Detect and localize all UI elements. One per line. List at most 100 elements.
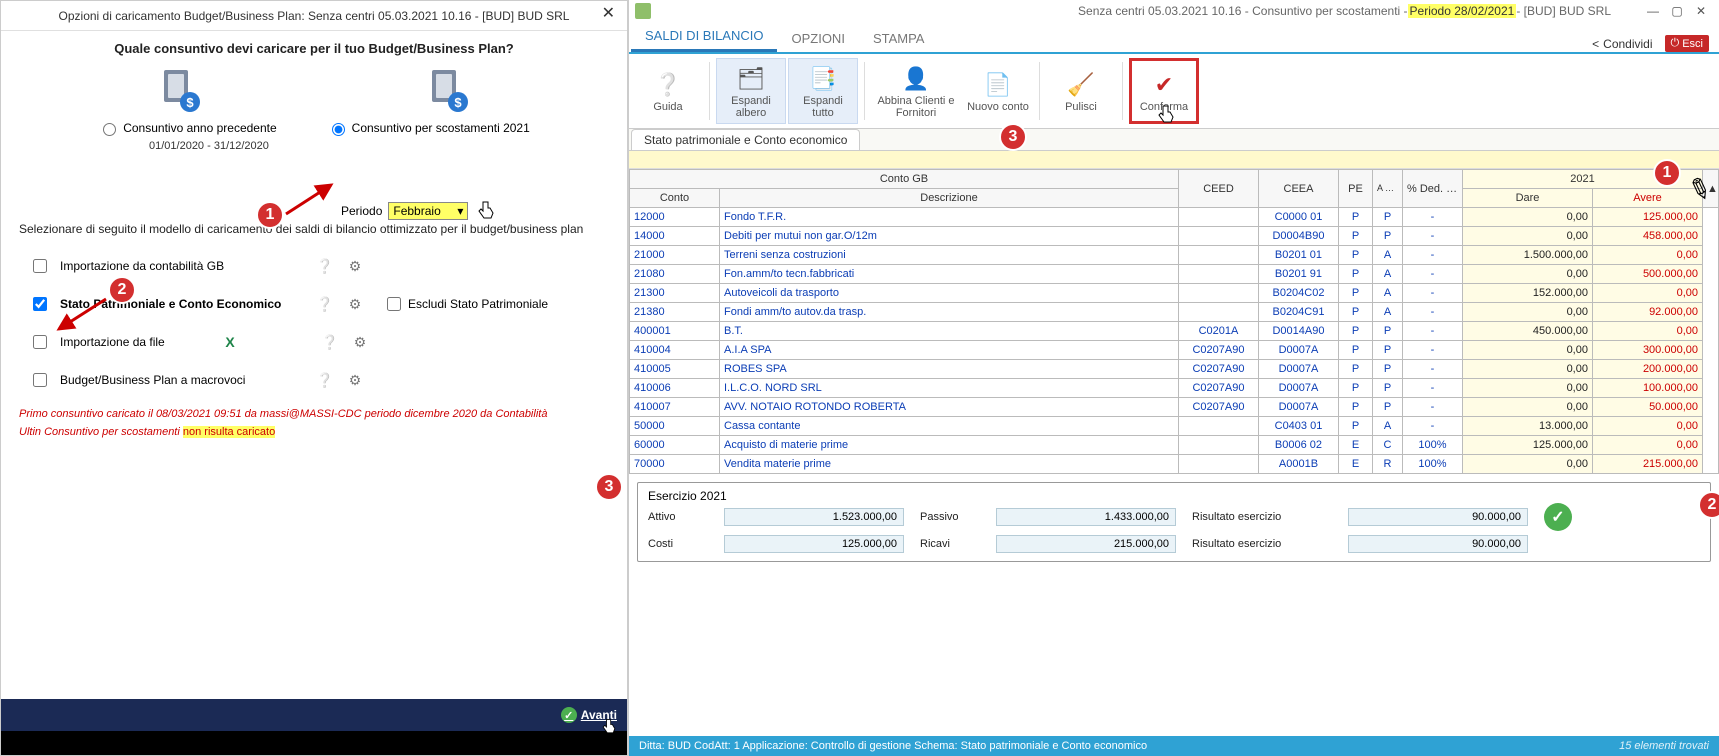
checkbox-escludi[interactable] xyxy=(387,297,401,311)
callout-3-left: 3 xyxy=(595,473,623,501)
close-icon[interactable]: ✕ xyxy=(596,3,621,23)
gear-icon[interactable]: ⚙ xyxy=(345,294,365,314)
scrollbar[interactable] xyxy=(1703,208,1719,474)
cell-ded: - xyxy=(1402,208,1462,227)
cell-descr: AVV. NOTAIO ROTONDO ROBERTA xyxy=(720,398,1179,417)
hdr-ceea[interactable]: CEEA xyxy=(1258,170,1338,208)
cell-ceed xyxy=(1178,284,1258,303)
table-row[interactable]: 50000Cassa contanteC0403 01PA-13.000,000… xyxy=(630,417,1719,436)
close-icon[interactable]: ✕ xyxy=(1689,2,1713,20)
table-row[interactable]: 12000Fondo T.F.R.C0000 01PP-0,00125.000,… xyxy=(630,208,1719,227)
cell-ceed xyxy=(1178,208,1258,227)
hdr-descr[interactable]: Descrizione xyxy=(720,189,1179,208)
tree-expand-icon: 🗂 xyxy=(735,63,767,95)
dialog-question: Quale consuntivo devi caricare per il tu… xyxy=(19,41,609,56)
esci-button[interactable]: ⏻ Esci xyxy=(1665,35,1709,52)
btn-label: Espandi albero xyxy=(719,95,783,119)
help-icon[interactable]: ❔ xyxy=(315,256,335,276)
table-row[interactable]: 410006I.L.C.O. NORD SRLC0207A90D0007APP-… xyxy=(630,379,1719,398)
espandi-albero-button[interactable]: 🗂 Espandi albero xyxy=(716,58,786,124)
table-row[interactable]: 410004A.I.A SPAC0207A90D0007APP-0,00300.… xyxy=(630,341,1719,360)
table-row[interactable]: 60000Acquisto di materie primeB0006 02EC… xyxy=(630,436,1719,455)
radio-prev-input[interactable] xyxy=(103,123,116,136)
cell-pe: P xyxy=(1338,360,1372,379)
filter-strip[interactable] xyxy=(629,151,1719,169)
help-icon[interactable]: ❔ xyxy=(315,294,335,314)
accounts-table: Conto GB CEED CEEA PE A P C R % Ded. IID… xyxy=(629,169,1719,474)
radio-scostamenti[interactable]: Consuntivo per scostamenti 2021 xyxy=(327,120,530,136)
conferma-button[interactable]: ✔ Conferma xyxy=(1129,58,1199,124)
gear-icon[interactable]: ⚙ xyxy=(345,256,365,276)
table-row[interactable]: 21380Fondi amm/to autov.da trasp.B0204C9… xyxy=(630,303,1719,322)
cell-ceea: D0004B90 xyxy=(1258,227,1338,246)
gear-icon[interactable]: ⚙ xyxy=(345,370,365,390)
tab-stampa[interactable]: STAMPA xyxy=(859,25,939,52)
table-row[interactable]: 14000Debiti per mutui non gar.O/12m D0004… xyxy=(630,227,1719,246)
cell-ceea: D0007A xyxy=(1258,341,1338,360)
cell-avere: 200.000,00 xyxy=(1592,360,1702,379)
excel-icon: X xyxy=(220,332,240,352)
cell-ceea: D0014A90 xyxy=(1258,322,1338,341)
periodo-dropdown[interactable]: Febbraio ▾ xyxy=(388,202,468,220)
table-row[interactable]: 410005ROBES SPAC0207A90D0007APP-0,00200.… xyxy=(630,360,1719,379)
opt-escludi[interactable]: Escludi Stato Patrimoniale xyxy=(383,294,548,314)
cell-descr: Debiti per mutui non gar.O/12m xyxy=(720,227,1179,246)
hdr-conto[interactable]: Conto xyxy=(630,189,720,208)
cell-avere: 0,00 xyxy=(1592,322,1702,341)
table-row[interactable]: 70000Vendita materie primeA0001BER100%0,… xyxy=(630,455,1719,474)
checkbox-cont-gb[interactable] xyxy=(33,259,47,273)
arrow-2 xyxy=(51,294,111,334)
espandi-tutto-button[interactable]: 📑 Espandi tutto xyxy=(788,58,858,124)
table-row[interactable]: 21300Autoveicoli da trasportoB0204C02PA-… xyxy=(630,284,1719,303)
minimize-icon[interactable]: — xyxy=(1641,2,1665,20)
subtab-stato[interactable]: Stato patrimoniale e Conto economico xyxy=(631,129,860,150)
cell-conto: 14000 xyxy=(630,227,720,246)
help-icon[interactable]: ❔ xyxy=(315,370,335,390)
nuovo-conto-button[interactable]: 📄 Nuovo conto xyxy=(963,58,1033,124)
abbina-button[interactable]: 👤 Abbina Clienti e Fornitori xyxy=(871,58,961,124)
cell-pe: P xyxy=(1338,303,1372,322)
title-suffix: - [BUD] BUD SRL xyxy=(1516,4,1611,18)
cell-pe: P xyxy=(1338,398,1372,417)
tab-saldi[interactable]: SALDI DI BILANCIO xyxy=(631,22,777,52)
cell-dare: 0,00 xyxy=(1462,360,1592,379)
cell-pe: E xyxy=(1338,455,1372,474)
lbl-risultato2: Risultato esercizio xyxy=(1192,538,1332,550)
tab-opzioni[interactable]: OPZIONI xyxy=(777,25,858,52)
radio-prev-year[interactable]: Consuntivo anno precedente xyxy=(98,120,276,136)
val-ricavi: 215.000,00 xyxy=(996,535,1176,553)
hdr-dare[interactable]: Dare xyxy=(1462,189,1592,208)
cell-apcr: A xyxy=(1372,284,1402,303)
guida-button[interactable]: ❔ Guida xyxy=(633,58,703,124)
table-row[interactable]: 410007AVV. NOTAIO ROTONDO ROBERTAC0207A9… xyxy=(630,398,1719,417)
hdr-ded[interactable]: % Ded. IIDD xyxy=(1402,170,1462,208)
cell-ceed xyxy=(1178,227,1258,246)
checkbox-stato[interactable] xyxy=(33,297,47,311)
cell-descr: Fon.amm/to tecn.fabbricati xyxy=(720,265,1179,284)
hdr-apcr[interactable]: A P C R xyxy=(1372,170,1402,208)
cell-ceea: B0204C91 xyxy=(1258,303,1338,322)
share-button[interactable]: < Condividi xyxy=(1592,37,1652,51)
cell-apcr: P xyxy=(1372,208,1402,227)
cell-apcr: P xyxy=(1372,322,1402,341)
hdr-ceed[interactable]: CEED xyxy=(1178,170,1258,208)
cell-conto: 21380 xyxy=(630,303,720,322)
hdr-pe[interactable]: PE xyxy=(1338,170,1372,208)
checkbox-macro[interactable] xyxy=(33,373,47,387)
radio-scost-input[interactable] xyxy=(332,123,345,136)
table-row[interactable]: 400001B.T.C0201AD0014A90PP-450.000,000,0… xyxy=(630,322,1719,341)
gear-icon[interactable]: ⚙ xyxy=(350,332,370,352)
cell-apcr: R xyxy=(1372,455,1402,474)
cell-pe: P xyxy=(1338,284,1372,303)
maximize-icon[interactable]: ▢ xyxy=(1665,2,1689,20)
checkbox-file[interactable] xyxy=(33,335,47,349)
cell-ded: - xyxy=(1402,303,1462,322)
help-icon[interactable]: ❔ xyxy=(320,332,340,352)
cell-ceed xyxy=(1178,455,1258,474)
cell-pe: P xyxy=(1338,379,1372,398)
cell-descr: Cassa contante xyxy=(720,417,1179,436)
table-row[interactable]: 21080Fon.amm/to tecn.fabbricatiB0201 91P… xyxy=(630,265,1719,284)
toolbar: ❔ Guida 🗂 Espandi albero 📑 Espandi tutto… xyxy=(629,54,1719,129)
pulisci-button[interactable]: 🧹 Pulisci xyxy=(1046,58,1116,124)
table-row[interactable]: 21000Terreni senza costruzioniB0201 01PA… xyxy=(630,246,1719,265)
